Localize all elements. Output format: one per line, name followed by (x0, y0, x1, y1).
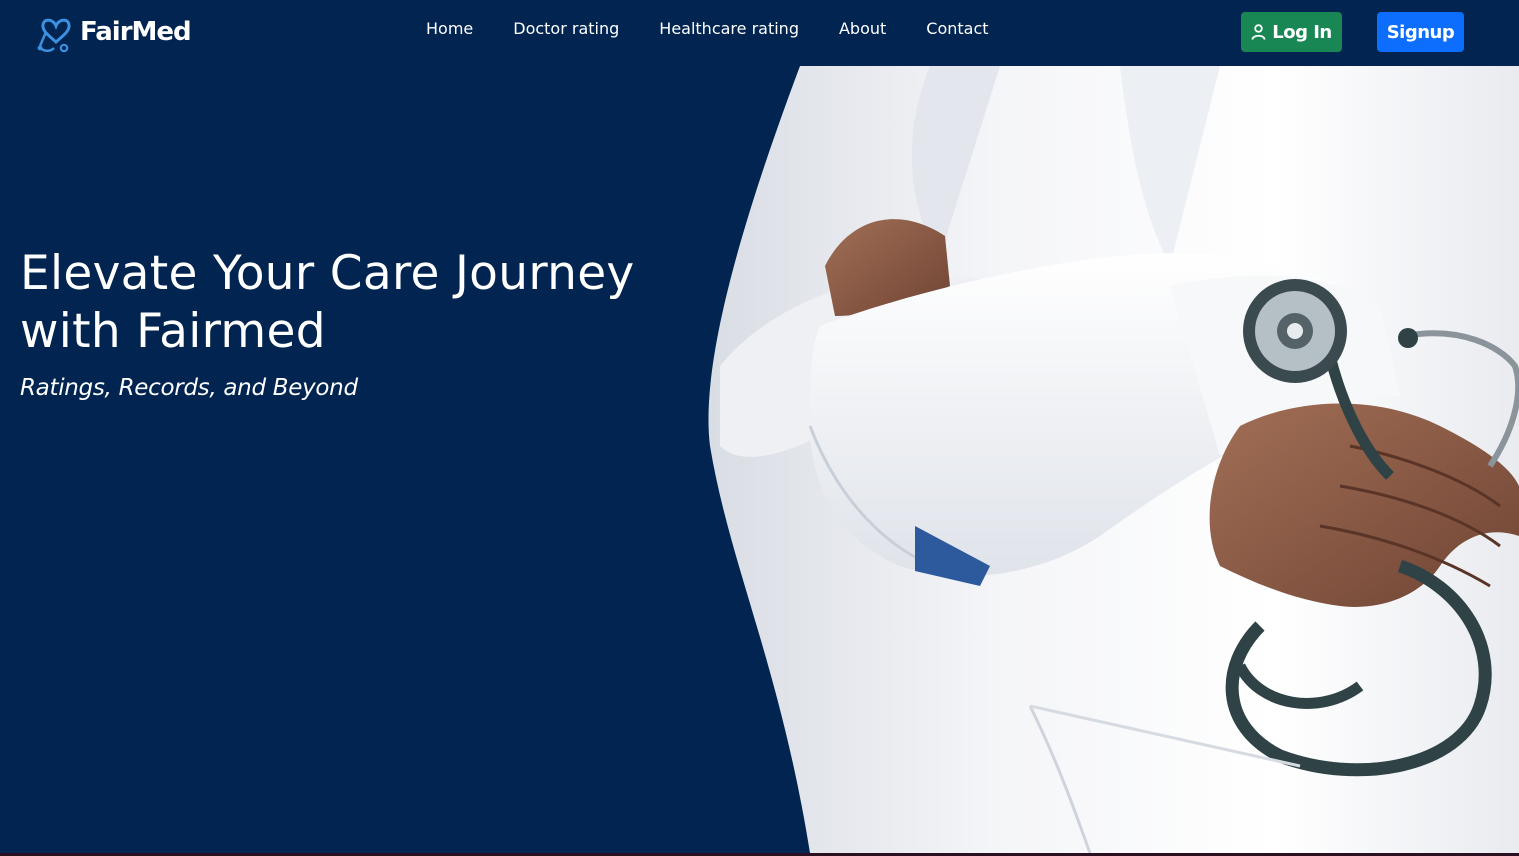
nav-links: Home Doctor rating Healthcare rating Abo… (426, 18, 1029, 40)
nav-link-contact[interactable]: Contact (926, 18, 988, 40)
login-button[interactable]: Log In (1241, 12, 1342, 52)
top-navbar: FairMed Home Doctor rating Healthcare ra… (0, 0, 1519, 66)
hero-subtitle: Ratings, Records, and Beyond (20, 375, 358, 401)
landing-page: FairMed Home Doctor rating Healthcare ra… (0, 0, 1519, 856)
nav-link-about[interactable]: About (839, 18, 886, 40)
nav-link-doctor-rating[interactable]: Doctor rating (513, 18, 619, 40)
signup-label: Signup (1386, 21, 1455, 43)
hero-text: Elevate Your Care Journey with Fairmed R… (20, 245, 700, 401)
hero-title: Elevate Your Care Journey with Fairmed (20, 246, 635, 359)
nav-link-home[interactable]: Home (426, 18, 473, 40)
nav-link-healthcare-rating[interactable]: Healthcare rating (659, 18, 799, 40)
login-label: Log In (1272, 21, 1332, 43)
brand-name: FairMed (80, 17, 192, 47)
signup-button[interactable]: Signup (1377, 12, 1464, 52)
heart-stethoscope-icon (37, 18, 71, 53)
user-icon (1251, 24, 1266, 40)
doctor-with-stethoscope-photo (708, 66, 1519, 853)
brand-logo-link[interactable]: FairMed (34, 10, 192, 54)
